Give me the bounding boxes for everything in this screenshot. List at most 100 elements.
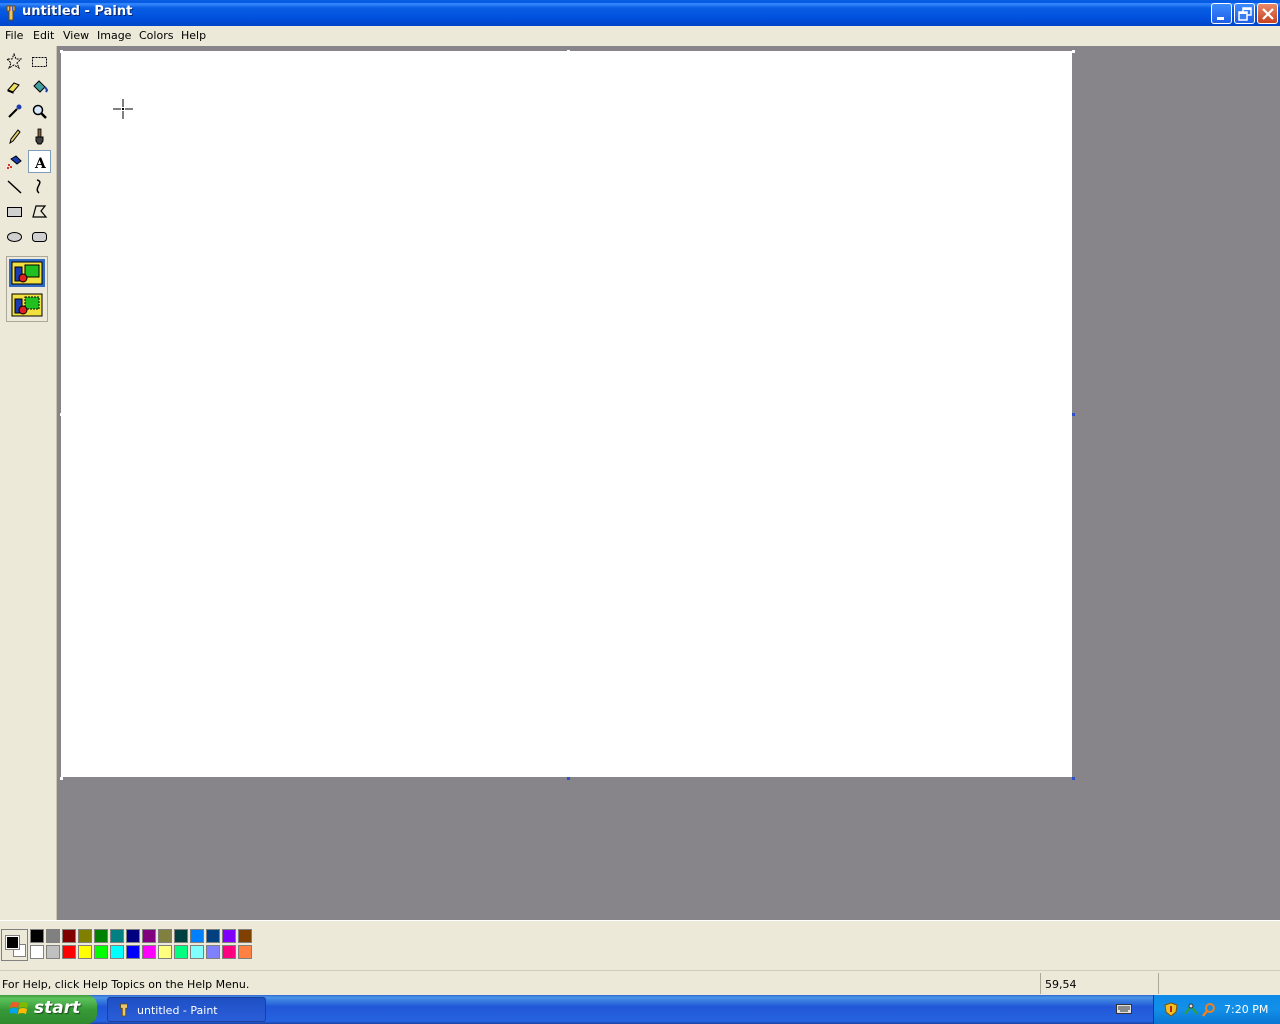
tool-ellipse[interactable] xyxy=(3,225,26,248)
color-swatch[interactable] xyxy=(110,945,124,959)
status-help-text: For Help, click Help Topics on the Help … xyxy=(2,978,250,991)
tool-fill-with-color[interactable] xyxy=(28,75,51,98)
menu-help[interactable]: Help xyxy=(181,29,206,42)
color-swatch[interactable] xyxy=(126,945,140,959)
color-swatch[interactable] xyxy=(190,945,204,959)
color-swatch[interactable] xyxy=(174,945,188,959)
opaque-background-option[interactable] xyxy=(9,259,45,287)
color-swatch[interactable] xyxy=(158,945,172,959)
tool-rounded-rectangle[interactable] xyxy=(28,225,51,248)
color-swatch[interactable] xyxy=(142,945,156,959)
close-button[interactable] xyxy=(1257,3,1278,24)
text-icon: A xyxy=(34,156,47,171)
start-button[interactable]: start xyxy=(0,995,97,1024)
tool-pick-color[interactable] xyxy=(3,100,26,123)
color-swatch[interactable] xyxy=(158,929,172,943)
window-title: untitled - Paint xyxy=(22,4,133,19)
tool-magnifier[interactable] xyxy=(28,100,51,123)
rounded-rectangle-icon xyxy=(32,232,47,242)
star-select-icon xyxy=(6,53,23,70)
security-shield-icon[interactable] xyxy=(1164,1002,1178,1017)
crosshair-cursor-icon xyxy=(113,99,133,119)
color-swatch[interactable] xyxy=(78,929,92,943)
transparent-background-option[interactable] xyxy=(9,291,45,319)
tool-eraser[interactable] xyxy=(3,75,26,98)
resize-handle-right[interactable] xyxy=(1072,413,1075,416)
eyedropper-icon xyxy=(8,104,22,118)
color-swatch[interactable] xyxy=(78,945,92,959)
tool-airbrush[interactable] xyxy=(3,150,26,173)
tool-rectangle[interactable] xyxy=(3,200,26,223)
workspace xyxy=(57,46,1280,920)
resize-handle xyxy=(60,413,63,416)
tool-text[interactable]: A xyxy=(28,150,51,173)
menu-edit[interactable]: Edit xyxy=(33,29,54,42)
menu-bar: File Edit View Image Colors Help xyxy=(0,26,1280,45)
tool-curve[interactable] xyxy=(28,175,51,198)
color-swatch[interactable] xyxy=(238,945,252,959)
close-icon xyxy=(1262,8,1274,20)
magnifier-icon xyxy=(32,104,47,119)
status-divider xyxy=(1158,973,1159,994)
restore-icon xyxy=(1238,7,1252,21)
color-swatches xyxy=(30,929,256,961)
tool-free-form-select[interactable] xyxy=(3,50,26,73)
clock: 7:20 PM xyxy=(1224,1003,1269,1016)
color-swatch[interactable] xyxy=(190,929,204,943)
tool-brush[interactable] xyxy=(28,125,51,148)
color-swatch[interactable] xyxy=(126,929,140,943)
svg-text:A: A xyxy=(34,156,47,171)
start-label: start xyxy=(34,998,81,1018)
color-swatch[interactable] xyxy=(46,929,60,943)
status-coordinates: 59,54 xyxy=(1045,978,1077,991)
rect-select-icon xyxy=(32,57,47,67)
drawing-canvas[interactable] xyxy=(61,51,1072,777)
network-icon[interactable] xyxy=(1183,1002,1199,1017)
color-swatch[interactable] xyxy=(142,929,156,943)
transparent-shapes-icon xyxy=(11,293,43,317)
restore-button[interactable] xyxy=(1234,3,1255,24)
color-swatch[interactable] xyxy=(222,945,236,959)
color-swatch[interactable] xyxy=(30,929,44,943)
color-swatch[interactable] xyxy=(110,929,124,943)
tool-select[interactable] xyxy=(28,50,51,73)
resize-handle-corner[interactable] xyxy=(1072,777,1075,780)
menu-colors[interactable]: Colors xyxy=(139,29,173,42)
keyboard-icon[interactable] xyxy=(1116,1003,1132,1015)
search-icon[interactable] xyxy=(1202,1002,1217,1017)
resize-handle-bottom[interactable] xyxy=(567,777,570,780)
tool-options-panel xyxy=(6,256,48,322)
color-swatch[interactable] xyxy=(46,945,60,959)
resize-handle xyxy=(60,50,63,53)
airbrush-icon xyxy=(7,155,22,169)
color-swatch[interactable] xyxy=(62,929,76,943)
paint-bucket-icon xyxy=(33,80,48,93)
minimize-button[interactable] xyxy=(1211,3,1232,24)
taskbar-paint-button[interactable]: untitled - Paint xyxy=(107,997,266,1022)
menu-image[interactable]: Image xyxy=(97,29,131,42)
line-icon xyxy=(7,180,22,194)
tool-line[interactable] xyxy=(3,175,26,198)
taskbar: start untitled - Paint 7:20 PM xyxy=(0,995,1280,1024)
color-swatch[interactable] xyxy=(30,945,44,959)
color-swatch[interactable] xyxy=(62,945,76,959)
tool-pencil[interactable] xyxy=(3,125,26,148)
minimize-icon xyxy=(1217,17,1224,20)
color-swatch[interactable] xyxy=(174,929,188,943)
curve-icon xyxy=(36,179,41,194)
resize-handle xyxy=(1072,50,1075,53)
color-swatch[interactable] xyxy=(222,929,236,943)
color-swatch[interactable] xyxy=(206,929,220,943)
color-swatch[interactable] xyxy=(238,929,252,943)
color-swatch[interactable] xyxy=(94,945,108,959)
tool-polygon[interactable] xyxy=(28,200,51,223)
pencil-icon xyxy=(9,129,21,145)
color-swatch[interactable] xyxy=(94,929,108,943)
color-swatch[interactable] xyxy=(206,945,220,959)
polygon-icon xyxy=(32,205,48,218)
menu-file[interactable]: File xyxy=(5,29,23,42)
menu-view[interactable]: View xyxy=(63,29,89,42)
windows-logo-icon xyxy=(10,1002,28,1014)
ellipse-icon xyxy=(7,232,22,242)
title-bar: untitled - Paint xyxy=(0,0,1280,26)
